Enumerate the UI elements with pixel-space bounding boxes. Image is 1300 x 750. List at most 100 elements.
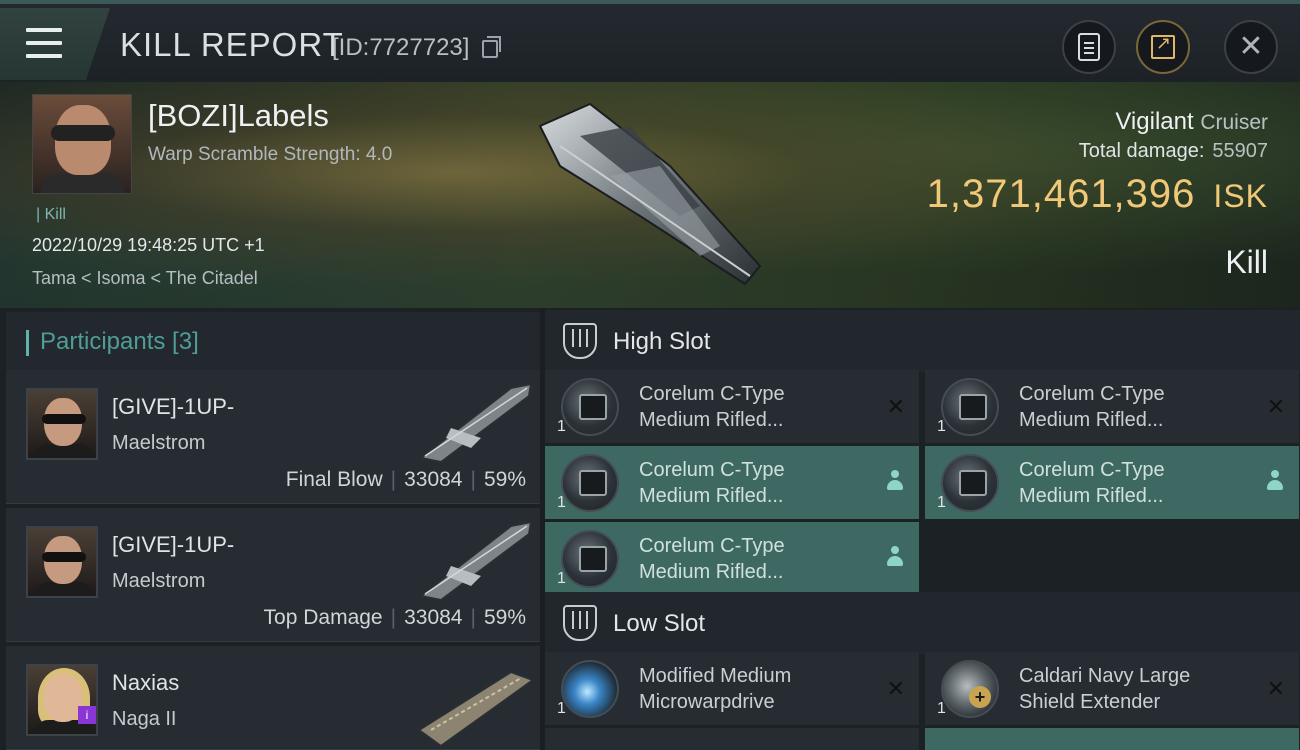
microwarpdrive-icon [561,660,619,718]
share-icon [1151,33,1175,59]
kill-datetime: 2022/10/29 19:48:25 UTC +1 [32,235,265,255]
high-slot-icon [563,323,597,359]
participant-role: Final Blow [285,468,383,491]
participant-avatar[interactable] [26,526,98,598]
victim-banner: [BOZI]Labels Warp Scramble Strength: 4.0… [0,82,1300,308]
low-slot-icon [563,605,597,641]
participant-name: [GIVE]-1UP- [112,532,235,557]
module-name-line2: Medium Rifled... [1019,409,1164,431]
info-badge-icon[interactable]: i [78,706,96,724]
kill-location[interactable]: Tama < Isoma < The Citadel [32,268,258,289]
participant-damage: 33084 [404,468,463,491]
participant-damage: 33084 [404,606,463,629]
isk-currency: ISK [1213,178,1268,214]
railgun-module-icon [561,530,619,588]
participant-stats: Final Blow | 33084 | 59% [285,468,526,491]
total-damage-line: Total damage: 55907 [1079,140,1268,163]
module-name-line2: Medium Rifled... [639,561,784,583]
railgun-module-icon [561,378,619,436]
module-name: Corelum C-Type Medium Rifled... [639,381,879,433]
destroyed-icon: ✕ [1266,676,1285,701]
victim-ship-image[interactable] [520,96,780,296]
module-name: Corelum C-Type Medium Rifled... [639,533,879,585]
module-item[interactable]: 1 Modified Medium Microwarpdrive ✕ [545,652,919,726]
kill-tag: | Kill [36,206,66,223]
module-item[interactable]: 1 Corelum C-Type Medium Rifled... [925,446,1299,520]
destroyed-icon: ✕ [1266,394,1285,419]
total-damage-value: 55907 [1212,140,1268,162]
module-name-line1: Corelum C-Type [639,383,785,405]
participant-name: [GIVE]-1UP- [112,394,235,419]
module-name-line1: Caldari Navy Large [1019,665,1191,687]
participant-row[interactable]: [GIVE]-1UP- Maelstrom Final Blow | 33084 | 5… [6,370,540,504]
victim-ship-name[interactable]: Vigilant [1115,108,1193,135]
module-item-partial[interactable] [545,728,919,750]
header-bar: KILL REPORT [ID:7727723] ✕ [0,0,1300,82]
participant-avatar[interactable] [26,388,98,460]
victim-ship-class: Cruiser [1200,111,1268,134]
module-item[interactable]: + 1 Caldari Navy Large Shield Extender ✕ [925,652,1299,726]
participants-header[interactable]: Participants [3] [6,312,540,370]
participant-ship: Naga II [112,708,177,730]
module-item[interactable]: 1 Corelum C-Type Medium Rifled... [545,522,919,596]
module-item-partial[interactable] [925,728,1299,750]
module-name-line1: Corelum C-Type [639,535,785,557]
railgun-module-icon [941,454,999,512]
high-slot-title: High Slot [613,328,711,355]
copy-id-icon[interactable] [482,36,501,58]
module-name: Corelum C-Type Medium Rifled... [639,457,879,509]
railgun-module-icon [561,454,619,512]
module-name: Corelum C-Type Medium Rifled... [1019,381,1259,433]
total-damage-label: Total damage: [1078,140,1205,162]
participant-stats: Top Damage | 33084 | 59% [263,606,526,629]
high-slot-header: High Slot [545,310,1300,372]
victim-detail: Warp Scramble Strength: 4.0 [148,144,393,165]
module-name-line1: Corelum C-Type [639,459,785,481]
isk-value-line: 1,371,461,396 ISK [927,172,1268,217]
destroyed-icon: ✕ [886,394,905,419]
module-name-line1: Corelum C-Type [1019,459,1165,481]
railgun-module-icon [941,378,999,436]
module-quantity: 1 [557,700,566,717]
participant-row[interactable]: [GIVE]-1UP- Maelstrom Top Damage | 33084 | 5… [6,508,540,642]
participant-name: Naxias [112,670,180,695]
kill-tag-label: Kill [44,206,66,223]
participant-avatar[interactable] [26,664,98,736]
module-quantity: 1 [937,494,946,511]
dropped-person-icon [887,546,903,568]
report-id: [ID:7727723] [332,34,470,61]
destroyed-icon: ✕ [886,676,905,701]
hamburger-menu-icon[interactable] [26,28,62,58]
clipboard-icon [1078,33,1100,61]
isk-value: 1,371,461,396 [926,172,1196,216]
low-slot-title: Low Slot [613,610,706,637]
participant-percent: 59% [483,606,526,629]
plus-badge-icon: + [969,686,991,708]
share-button[interactable] [1136,20,1190,74]
close-button[interactable]: ✕ [1224,20,1278,74]
module-name: Caldari Navy Large Shield Extender [1019,663,1259,715]
module-quantity: 1 [557,570,566,587]
victim-avatar[interactable] [32,94,132,194]
participants-panel: Participants [3] [GIVE]-1UP- Maelstrom F… [0,308,540,750]
module-item[interactable]: 1 Corelum C-Type Medium Rifled... [545,446,919,520]
participant-role: Top Damage [263,606,383,629]
module-item[interactable]: 1 Corelum C-Type Medium Rifled... ✕ [545,370,919,444]
victim-pilot-name[interactable]: [BOZI]Labels [148,98,329,134]
module-name-line2: Medium Rifled... [639,409,784,431]
module-name-line1: Modified Medium [639,665,792,687]
module-name-line2: Medium Rifled... [639,485,784,507]
shield-extender-icon [941,660,999,718]
clipboard-button[interactable] [1062,20,1116,74]
participant-ship-image [417,670,536,748]
module-item[interactable]: 1 Corelum C-Type Medium Rifled... ✕ [925,370,1299,444]
participant-row[interactable]: i Naxias Naga II [6,646,540,750]
participant-ship-image [418,382,533,464]
module-quantity: 1 [937,418,946,435]
participant-ship: Maelstrom [112,432,206,454]
module-name-line2: Medium Rifled... [1019,485,1164,507]
participants-title: Participants [3] [40,328,199,355]
menu-button[interactable] [0,8,110,80]
dropped-person-icon [1267,470,1283,492]
kill-result: Kill [1225,244,1268,280]
